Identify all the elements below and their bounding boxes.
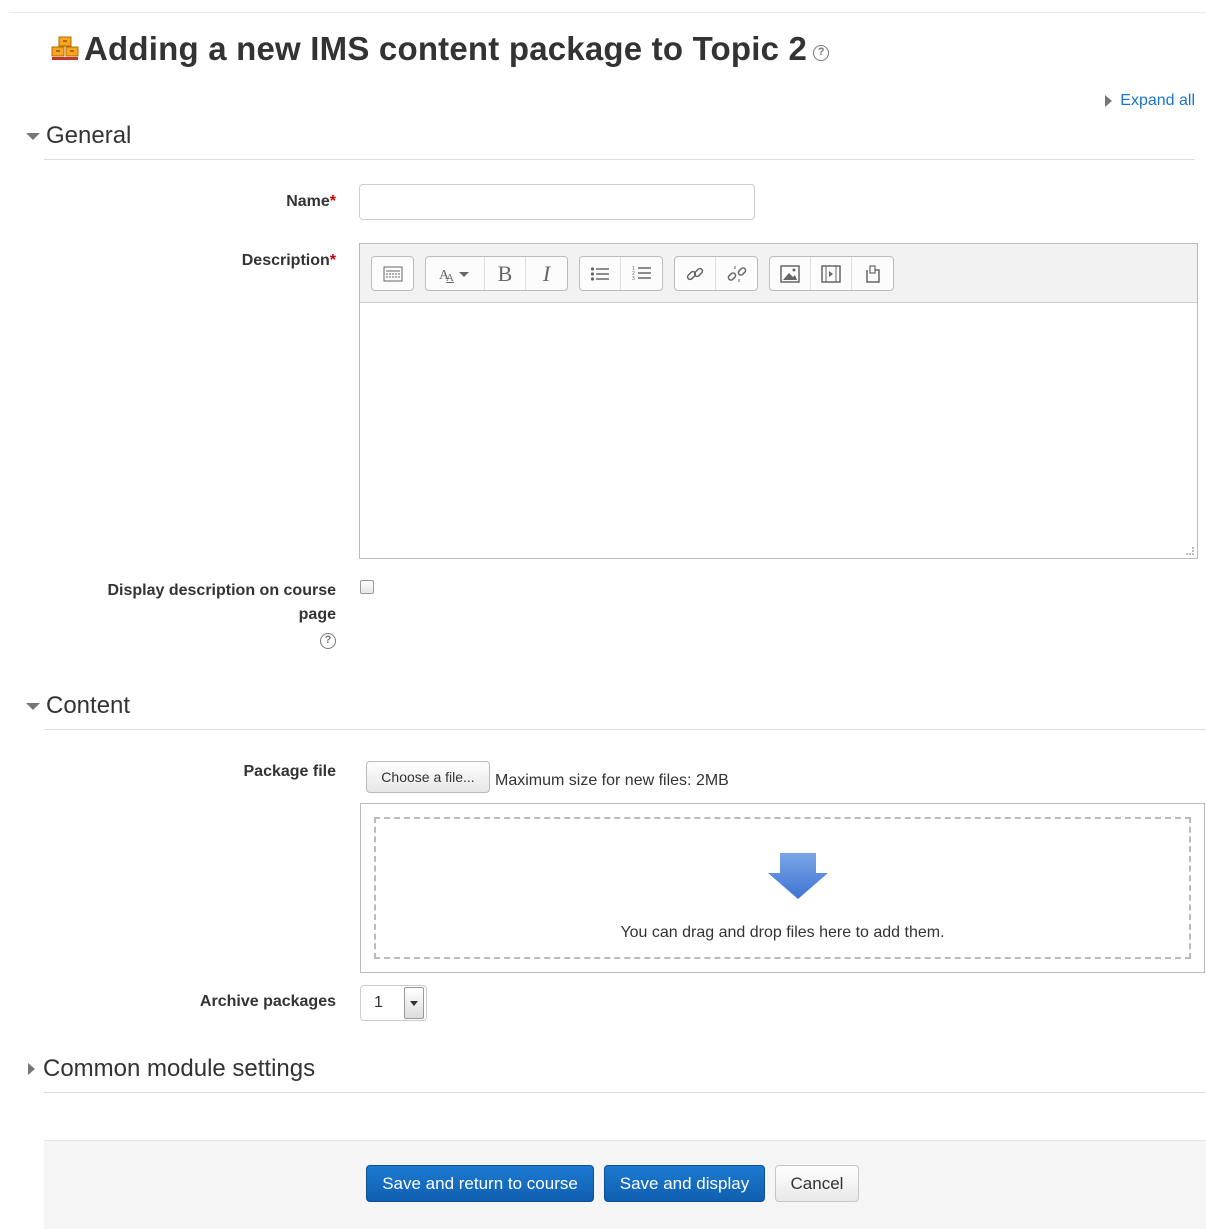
bold-icon[interactable]: B bbox=[485, 257, 526, 290]
collapse-triangle-icon bbox=[26, 702, 40, 710]
drop-hint-text: You can drag and drop files here to add … bbox=[620, 924, 945, 941]
save-and-display-button[interactable]: Save and display bbox=[604, 1165, 765, 1202]
max-size-text: Maximum size for new files: 2MB bbox=[495, 772, 729, 789]
chevron-down-icon[interactable] bbox=[404, 987, 424, 1019]
editor-body[interactable] bbox=[360, 303, 1197, 558]
unordered-list-icon[interactable] bbox=[580, 257, 621, 290]
ims-package-icon bbox=[51, 36, 79, 60]
link-icon[interactable] bbox=[675, 257, 716, 290]
toolbar-toggle-icon[interactable] bbox=[372, 257, 413, 290]
required-marker: * bbox=[329, 193, 336, 210]
media-icon[interactable] bbox=[811, 257, 852, 290]
font-style-icon[interactable]: AA bbox=[426, 257, 485, 290]
toolbar-group bbox=[674, 256, 758, 291]
archive-packages-value: 1 bbox=[374, 994, 383, 1011]
section-header-content[interactable]: Content bbox=[26, 692, 130, 720]
image-icon[interactable] bbox=[770, 257, 811, 290]
section-divider bbox=[44, 159, 1195, 160]
editor-toolbar: AA B I 123 bbox=[360, 244, 1197, 303]
name-label: Name* bbox=[286, 193, 336, 210]
svg-text:3: 3 bbox=[632, 276, 635, 282]
cancel-button[interactable]: Cancel bbox=[775, 1165, 859, 1202]
page-title: Adding a new IMS content package to Topi… bbox=[50, 30, 830, 68]
expand-all-link[interactable]: Expand all bbox=[1105, 92, 1195, 110]
required-marker: * bbox=[329, 252, 336, 269]
form-footer: Save and return to course Save and displ… bbox=[44, 1140, 1206, 1229]
ordered-list-icon[interactable]: 123 bbox=[621, 257, 662, 290]
toolbar-group: AA B I bbox=[425, 256, 568, 291]
archive-packages-label: Archive packages bbox=[199, 993, 336, 1010]
description-label: Description* bbox=[241, 252, 336, 269]
collapse-triangle-icon bbox=[26, 132, 40, 140]
display-description-label: Display description on course page ? bbox=[76, 579, 336, 651]
expand-all-label: Expand all bbox=[1120, 92, 1195, 109]
section-title-content: Content bbox=[46, 692, 131, 719]
top-divider bbox=[10, 12, 1206, 13]
description-editor[interactable]: AA B I 123 bbox=[359, 243, 1198, 559]
display-description-checkbox[interactable] bbox=[360, 580, 374, 594]
package-file-label: Package file bbox=[243, 763, 337, 780]
resize-grip-icon[interactable] bbox=[1186, 547, 1194, 555]
page-heading: Adding a new IMS content package to Topi… bbox=[84, 30, 808, 67]
section-divider bbox=[44, 729, 1206, 730]
name-input[interactable] bbox=[359, 184, 755, 220]
section-header-common[interactable]: Common module settings bbox=[28, 1055, 315, 1083]
file-dropzone[interactable]: You can drag and drop files here to add … bbox=[360, 803, 1205, 973]
help-icon[interactable]: ? bbox=[320, 633, 336, 649]
section-header-general[interactable]: General bbox=[26, 122, 131, 150]
toolbar-group: 123 bbox=[579, 256, 663, 291]
manage-files-icon[interactable] bbox=[852, 257, 893, 290]
toolbar-group bbox=[371, 256, 414, 291]
expand-triangle-icon bbox=[28, 1063, 35, 1075]
svg-text:A: A bbox=[446, 272, 454, 283]
section-title-general: General bbox=[46, 122, 132, 149]
save-and-return-button[interactable]: Save and return to course bbox=[366, 1165, 594, 1202]
drop-arrow-icon bbox=[768, 853, 828, 899]
choose-file-button[interactable]: Choose a file... bbox=[366, 761, 490, 793]
help-icon[interactable]: ? bbox=[813, 45, 830, 61]
toolbar-group bbox=[769, 256, 894, 291]
section-divider bbox=[44, 1092, 1206, 1093]
dropzone-border: You can drag and drop files here to add … bbox=[374, 817, 1191, 959]
italic-icon[interactable]: I bbox=[526, 257, 567, 290]
section-title-common: Common module settings bbox=[43, 1055, 316, 1082]
unlink-icon[interactable] bbox=[716, 257, 757, 290]
archive-packages-select[interactable]: 1 bbox=[360, 985, 427, 1021]
expand-triangle-icon bbox=[1105, 95, 1113, 107]
